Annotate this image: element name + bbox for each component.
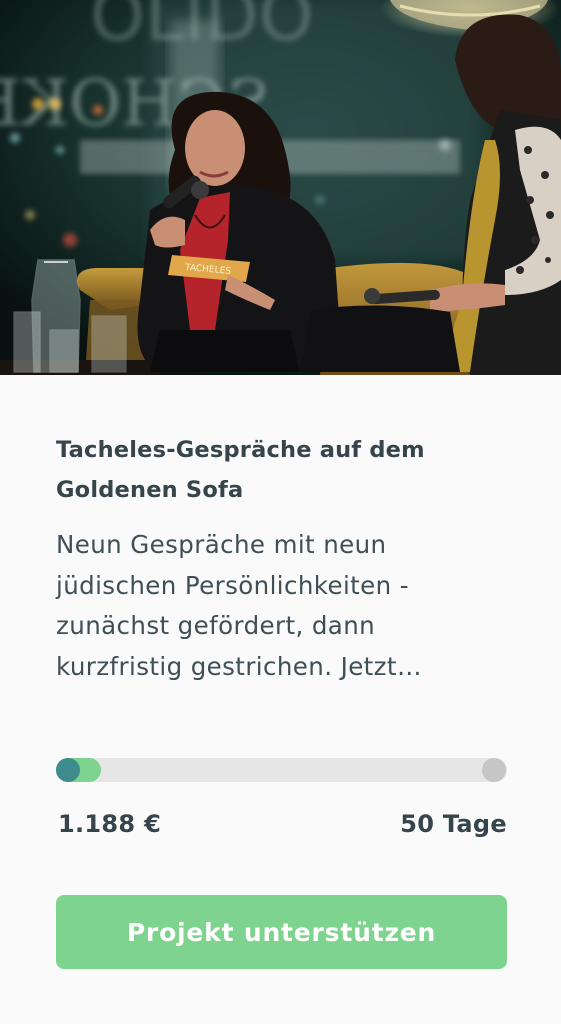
funding-progress-bar	[56, 758, 507, 782]
event-photo: OLIDO SCHOKEN	[0, 0, 561, 375]
card-body: Tacheles-Gespräche auf dem Goldenen Sofa…	[0, 375, 561, 1024]
progress-start-marker	[56, 758, 80, 782]
progress-goal-marker	[482, 758, 506, 782]
days-remaining: 50 Tage	[400, 810, 507, 838]
project-title[interactable]: Tacheles-Gespräche auf dem Goldenen Sofa	[56, 430, 496, 510]
project-image[interactable]: OLIDO SCHOKEN	[0, 0, 561, 375]
project-description: Neun Gespräche mit neun jüdischen Persön…	[56, 530, 422, 681]
funded-amount: 1.188 €	[58, 810, 162, 838]
svg-text:OLIDO: OLIDO	[90, 0, 314, 57]
support-project-button[interactable]: Projekt unterstützen	[56, 895, 507, 969]
project-card[interactable]: OLIDO SCHOKEN	[0, 0, 561, 1024]
funding-stats: 1.188 € 50 Tage	[56, 808, 507, 840]
